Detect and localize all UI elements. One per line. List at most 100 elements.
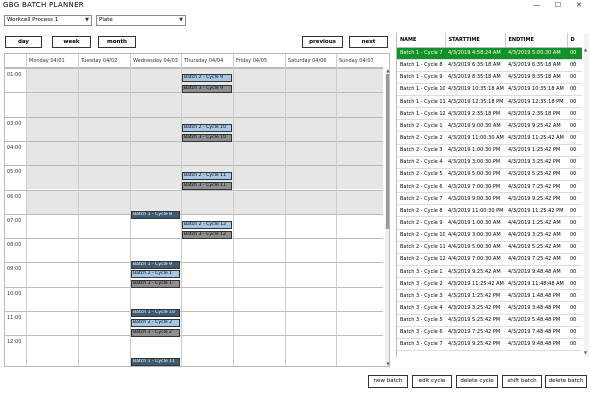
calendar-event[interactable]: Batch 2 - Cycle 1 bbox=[131, 270, 180, 278]
delete-cycle-button[interactable]: delete cycle bbox=[456, 375, 498, 388]
past-time-shade bbox=[26, 141, 383, 166]
table-row[interactable]: Batch 3 - Cycle 5 4/3/2019 5:25:42 PM 4/3/… bbox=[397, 314, 582, 327]
scroll-down-icon[interactable]: ▼ bbox=[584, 350, 587, 355]
calendar-event[interactable]: Batch 1 - Cycle 11 bbox=[131, 358, 180, 366]
table-cell: Batch 3 - Cycle 1 bbox=[397, 265, 445, 279]
next-button[interactable]: next bbox=[349, 36, 388, 48]
scrollbar-thumb[interactable] bbox=[386, 74, 389, 229]
table-row[interactable]: Batch 3 - Cycle 4 4/3/2019 3:25:42 PM 4/3/… bbox=[397, 301, 582, 315]
table-cell: 4/3/2019 9:25:42 AM bbox=[505, 119, 567, 133]
table-cell: Batch 1 - Cycle 11 bbox=[397, 95, 445, 109]
calendar-event[interactable]: Batch 2 - Cycle 11 bbox=[182, 172, 232, 180]
hour-row[interactable]: 10:00 bbox=[5, 286, 383, 311]
table-row[interactable]: Batch 2 - Cycle 1 4/3/2019 9:00:30 AM 4/3/… bbox=[397, 119, 582, 133]
table-cell: Batch 3 - Cycle 2 bbox=[397, 277, 445, 291]
table-row[interactable]: Batch 2 - Cycle 10 4/4/2019 3:00:30 AM 4/4… bbox=[397, 229, 582, 242]
table-row[interactable]: Batch 2 - Cycle 12 4/4/2019 7:00:30 AM 4/4… bbox=[397, 253, 582, 267]
table-row[interactable]: Batch 2 - Cycle 8 4/3/2019 11:00:30 PM 4/3… bbox=[397, 204, 582, 218]
calendar-event[interactable]: Batch 1 - Cycle 8 bbox=[131, 211, 180, 219]
table-row[interactable]: Batch 2 - Cycle 4 4/3/2019 3:00:30 PM 4/3/… bbox=[397, 156, 582, 169]
table-cell: 4/3/2019 7:25:42 PM bbox=[505, 180, 567, 194]
table-cell: 4/3/2019 1:00:30 PM bbox=[445, 144, 505, 157]
column-header[interactable]: STARTTIME bbox=[445, 33, 506, 48]
day-header: Saturday 04/06 bbox=[285, 54, 336, 68]
table-row[interactable]: Batch 3 - Cycle 7 4/3/2019 9:25:42 PM 4/3/… bbox=[397, 338, 582, 352]
scroll-up-icon[interactable]: ▲ bbox=[385, 68, 389, 73]
table-cell: Batch 3 - Cycle 6 bbox=[397, 326, 445, 339]
table-scrollbar[interactable]: ▲ ▼ bbox=[584, 33, 589, 357]
calendar-event[interactable]: Batch 3 - Cycle 12 bbox=[182, 231, 232, 239]
table-cell: 4/3/2019 2:35:18 PM bbox=[505, 107, 567, 121]
calendar-event[interactable]: Batch 3 - Cycle 10 bbox=[182, 134, 232, 142]
table-cell: 00 bbox=[567, 95, 582, 109]
table-row[interactable]: Batch 3 - Cycle 1 4/3/2019 9:25:42 AM 4/3/… bbox=[397, 265, 582, 279]
table-body: Batch 1 - Cycle 7 4/3/2019 4:58:24 AM 4/3/… bbox=[397, 47, 582, 352]
edit-cycle-button[interactable]: edit cycle bbox=[412, 375, 452, 388]
table-row[interactable]: Batch 2 - Cycle 6 4/3/2019 7:00:30 PM 4/3/… bbox=[397, 180, 582, 194]
minimize-button[interactable]: — bbox=[527, 0, 547, 12]
day-divider bbox=[26, 68, 27, 366]
hour-row[interactable]: 12:00 bbox=[5, 335, 383, 359]
column-header[interactable]: NAME bbox=[397, 33, 446, 48]
table-row[interactable]: Batch 2 - Cycle 5 4/3/2019 5:00:30 PM 4/3/… bbox=[397, 168, 582, 182]
calendar-event[interactable]: Batch 2 - Cycle 2 bbox=[131, 319, 180, 327]
table-cell: Batch 2 - Cycle 10 bbox=[397, 229, 445, 242]
table-row[interactable]: Batch 1 - Cycle 12 4/3/2019 2:35:18 PM 4/3… bbox=[397, 107, 582, 121]
table-cell: 4/3/2019 11:00:30 PM bbox=[445, 204, 505, 218]
calendar-event[interactable]: Batch 3 - Cycle 1 bbox=[131, 280, 180, 288]
table-row[interactable]: Batch 3 - Cycle 3 4/3/2019 1:25:42 PM 4/3/… bbox=[397, 289, 582, 303]
table-row[interactable]: Batch 1 - Cycle 11 4/3/2019 12:35:18 PM 4/… bbox=[397, 95, 582, 109]
table-cell: 4/3/2019 7:25:42 PM bbox=[445, 326, 505, 339]
delete-batch-button[interactable]: delete batch bbox=[545, 375, 587, 388]
calendar-event[interactable]: Batch 3 - Cycle 9 bbox=[182, 85, 232, 93]
table-row[interactable]: Batch 1 - Cycle 9 4/3/2019 8:35:18 AM 4/3/… bbox=[397, 71, 582, 84]
table-row[interactable]: Batch 2 - Cycle 7 4/3/2019 9:00:30 PM 4/3/… bbox=[397, 192, 582, 206]
close-button[interactable]: ✕ bbox=[569, 0, 589, 12]
table-row[interactable]: Batch 1 - Cycle 10 4/3/2019 10:35:18 AM 4/… bbox=[397, 83, 582, 97]
workcell-select[interactable]: Workcell Process 1 ▼ bbox=[4, 15, 92, 26]
table-row[interactable]: Batch 2 - Cycle 2 4/3/2019 11:00:30 AM 4/3… bbox=[397, 131, 582, 145]
scroll-down-icon[interactable]: ▼ bbox=[385, 361, 389, 366]
table-row[interactable]: Batch 2 - Cycle 3 4/3/2019 1:00:30 PM 4/3/… bbox=[397, 144, 582, 157]
hour-row[interactable]: 11:00 bbox=[5, 311, 383, 335]
table-row[interactable]: Batch 3 - Cycle 6 4/3/2019 7:25:42 PM 4/3/… bbox=[397, 326, 582, 339]
new-batch-button[interactable]: new batch bbox=[368, 375, 408, 388]
calendar-event[interactable]: Batch 1 - Cycle 9 bbox=[131, 261, 180, 269]
table-row[interactable]: Batch 3 - Cycle 2 4/3/2019 11:25:42 AM 4/3… bbox=[397, 277, 582, 291]
table-cell: 4/3/2019 6:35:18 AM bbox=[445, 59, 505, 72]
calendar-event[interactable]: Batch 3 - Cycle 2 bbox=[131, 329, 180, 337]
title-bar: GBG BATCH PLANNER — ☐ ✕ bbox=[0, 0, 590, 12]
previous-button[interactable]: previous bbox=[302, 36, 343, 48]
calendar-scrollbar[interactable]: ▲ ▼ bbox=[385, 68, 389, 366]
hour-row[interactable]: 09:00 bbox=[5, 262, 383, 286]
table-cell: Batch 3 - Cycle 7 bbox=[397, 338, 445, 352]
calendar-event[interactable]: Batch 3 - Cycle 11 bbox=[182, 182, 232, 190]
day-header: Wednesday 04/03 bbox=[130, 54, 181, 68]
hour-row[interactable]: 06:00 bbox=[5, 189, 383, 214]
calendar-event[interactable]: Batch 1 - Cycle 10 bbox=[131, 309, 180, 317]
maximize-button[interactable]: ☐ bbox=[548, 0, 568, 12]
hour-row[interactable]: 04:00 bbox=[5, 140, 383, 166]
table-row[interactable]: Batch 1 - Cycle 7 4/3/2019 4:58:24 AM 4/3/… bbox=[397, 47, 582, 60]
table-row[interactable]: Batch 2 - Cycle 9 4/4/2019 1:00:30 AM 4/4/… bbox=[397, 216, 582, 230]
hour-row[interactable] bbox=[5, 92, 383, 117]
equipment-select[interactable]: Plate ▼ bbox=[96, 15, 186, 26]
chevron-down-icon: ▼ bbox=[179, 17, 183, 23]
shift-batch-button[interactable]: shift batch bbox=[502, 375, 542, 388]
table-header: NAME STARTTIME ENDTIME D bbox=[397, 33, 582, 48]
scroll-up-icon[interactable]: ▲ bbox=[584, 47, 587, 52]
month-view-button[interactable]: month bbox=[98, 36, 136, 48]
calendar-event[interactable]: Batch 2 - Cycle 9 bbox=[182, 74, 232, 82]
table-cell: 4/3/2019 11:48:48 AM bbox=[505, 277, 567, 291]
table-cell: 4/3/2019 5:25:42 PM bbox=[445, 314, 505, 327]
calendar-event[interactable]: Batch 2 - Cycle 10 bbox=[182, 124, 232, 132]
week-view-button[interactable]: week bbox=[52, 36, 91, 48]
table-cell: Batch 2 - Cycle 3 bbox=[397, 144, 445, 157]
table-row[interactable]: Batch 1 - Cycle 8 4/3/2019 6:35:18 AM 4/3/… bbox=[397, 59, 582, 72]
column-header[interactable]: ENDTIME bbox=[505, 33, 568, 48]
calendar-event[interactable]: Batch 2 - Cycle 12 bbox=[182, 221, 232, 229]
day-view-button[interactable]: day bbox=[5, 36, 42, 48]
table-row[interactable]: Batch 2 - Cycle 11 4/4/2019 5:00:30 AM 4/4… bbox=[397, 241, 582, 254]
hour-row[interactable]: 08:00 bbox=[5, 238, 383, 262]
column-header[interactable]: D bbox=[567, 33, 582, 48]
